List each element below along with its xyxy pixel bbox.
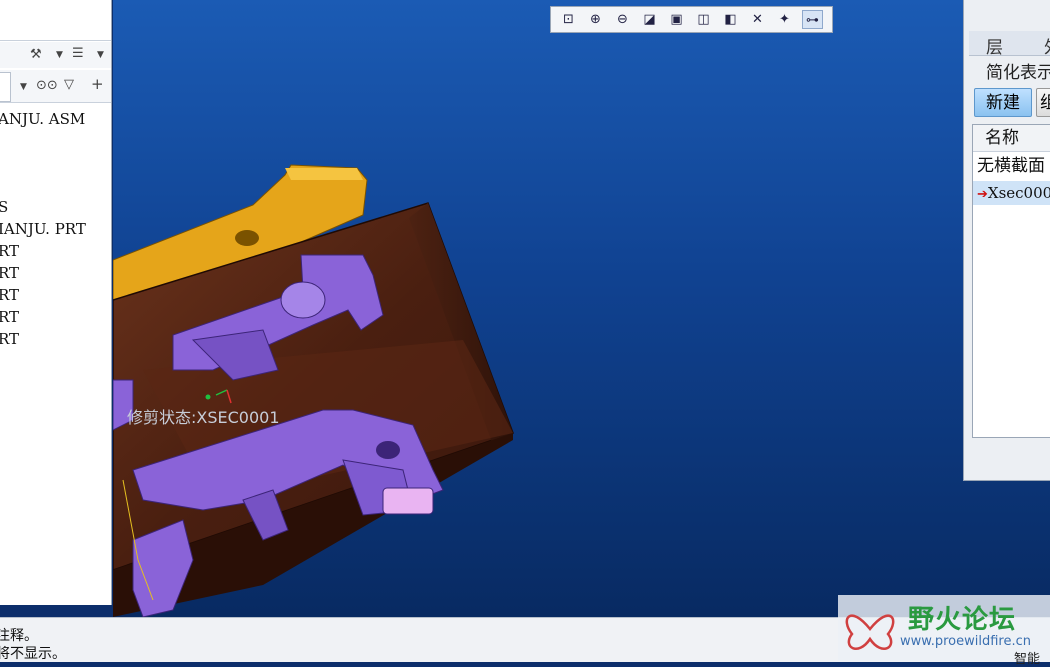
named-view-icon[interactable]: ◧ xyxy=(720,10,741,29)
show-list-icon[interactable]: ☰ xyxy=(72,46,84,62)
new-button[interactable]: 新建 xyxy=(974,88,1032,117)
add-column-icon[interactable]: + xyxy=(91,76,104,92)
tab-appearance[interactable]: 外 xyxy=(1044,33,1050,58)
zoom-window-icon[interactable]: ⊡ xyxy=(558,10,579,29)
chevron-down-icon[interactable]: ▼ xyxy=(20,79,27,95)
graphics-viewport[interactable]: 修剪状态:XSEC0001 xyxy=(113,0,1050,617)
message-line: 将不显示。 xyxy=(0,646,66,662)
model-tree-header xyxy=(0,0,111,41)
trim-status-label: 修剪状态:XSEC0001 xyxy=(127,408,280,427)
model-tree-search-bar: ▼ ⊙⊙ ▽ + xyxy=(0,70,111,103)
view-toolbar: ⊡ ⊕ ⊖ ◪ ▣ ◫ ◧ ✕ ✦ ⊶ xyxy=(550,6,833,33)
axis-display-icon[interactable]: ✦ xyxy=(774,10,795,29)
filter-icon[interactable]: ▽ xyxy=(64,77,74,93)
tree-item[interactable]: RT xyxy=(0,242,19,260)
model-tree-toolbar: ⚒ ▼ ☰ ▼ xyxy=(0,42,111,68)
saved-views-icon[interactable]: ◫ xyxy=(693,10,714,29)
edit-button[interactable]: 组 xyxy=(1036,88,1050,117)
binoculars-search-icon[interactable]: ⊙⊙ xyxy=(36,78,58,94)
tree-item[interactable]: RT xyxy=(0,330,19,348)
display-style-icon[interactable]: ▣ xyxy=(666,10,687,29)
zoom-out-icon[interactable]: ⊖ xyxy=(612,10,633,29)
watermark-title: 野火论坛 xyxy=(908,605,1017,635)
panel-tabs: 层 外 xyxy=(969,31,1050,58)
spin-center-icon[interactable]: ⊶ xyxy=(802,10,823,29)
model-tree-search-input[interactable] xyxy=(0,72,11,102)
butterfly-logo-icon xyxy=(845,614,895,650)
smart-filter-label[interactable]: 智能 xyxy=(1014,648,1040,667)
tree-item[interactable]: S xyxy=(0,198,8,216)
list-header-name[interactable]: 名称 xyxy=(973,125,1050,152)
chevron-down-icon[interactable]: ▼ xyxy=(97,47,104,63)
active-arrow-icon: ➔ xyxy=(977,187,988,202)
plane-display-icon[interactable]: ✕ xyxy=(747,10,768,29)
tree-item[interactable]: RT xyxy=(0,286,19,304)
list-item-selected[interactable]: ➔Xsec0001 xyxy=(973,181,1050,205)
tree-item[interactable]: ANJU. ASM xyxy=(0,110,85,128)
settings-tools-icon[interactable]: ⚒ xyxy=(30,47,42,63)
assembly-model xyxy=(113,164,514,617)
watermark-url: www.proewildfire.cn xyxy=(900,634,1031,649)
view-manager-panel: 层 外 简化表示 新建 组 名称 无横截面 ➔Xsec0001 xyxy=(963,0,1050,481)
tree-item[interactable]: RT xyxy=(0,308,19,326)
section-list: 名称 无横截面 ➔Xsec0001 xyxy=(972,124,1050,438)
list-item[interactable]: 无横截面 xyxy=(973,154,1050,178)
tab-layers[interactable]: 层 xyxy=(986,33,1003,58)
zoom-in-icon[interactable]: ⊕ xyxy=(585,10,606,29)
model-tree-panel: ⚒ ▼ ☰ ▼ ▼ ⊙⊙ ▽ + ANJU. ASM S IANJU. PRT … xyxy=(0,0,112,605)
panel-title: 简化表示 xyxy=(986,63,1050,83)
refit-icon[interactable]: ◪ xyxy=(639,10,660,29)
message-line: 注释。 xyxy=(0,628,38,644)
chevron-down-icon[interactable]: ▼ xyxy=(56,47,63,63)
tree-item[interactable]: IANJU. PRT xyxy=(0,220,86,238)
tree-item[interactable]: RT xyxy=(0,264,19,282)
